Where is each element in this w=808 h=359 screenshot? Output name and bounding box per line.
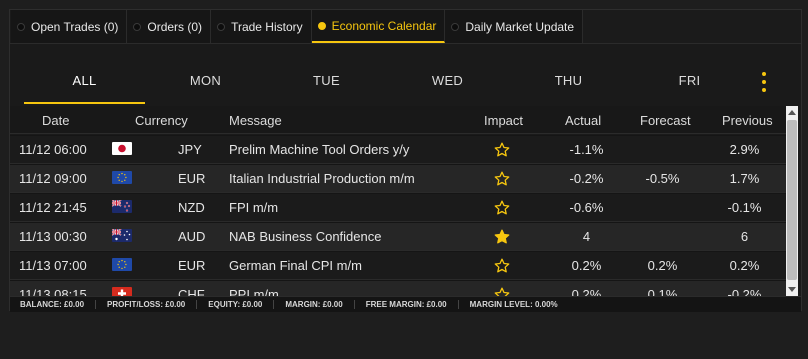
col-date[interactable]: Date: [42, 113, 69, 128]
event-previous: -0.2%: [727, 287, 762, 296]
panel-tabs: Open Trades (0) Orders (0) Trade History…: [10, 10, 801, 43]
day-tab-thu[interactable]: THU: [508, 62, 629, 104]
col-message[interactable]: Message: [229, 113, 282, 128]
tab-label: Economic Calendar: [331, 18, 437, 33]
event-message: NAB Business Confidence: [229, 229, 382, 244]
balance-value: BALANCE: £0.00: [20, 300, 97, 309]
event-date: 11/13 00:30: [19, 229, 87, 244]
event-message: Italian Industrial Production m/m: [229, 171, 415, 186]
table-row[interactable]: 11/13 07:00 EUR German Final CPI m/m 0.2% 0.…: [10, 251, 786, 280]
impact-star-icon: [494, 200, 510, 216]
tab-economic-calendar[interactable]: Economic Calendar: [311, 10, 446, 43]
australia-flag-icon: [112, 229, 132, 242]
col-previous[interactable]: Previous: [722, 113, 773, 128]
impact-star-icon: [494, 142, 510, 158]
event-actual: -0.2%: [569, 171, 604, 186]
event-previous: 0.2%: [729, 258, 760, 273]
event-currency: EUR: [178, 171, 206, 186]
calendar-table: Date Currency Message Impact Actual Fore…: [10, 106, 798, 296]
tab-daily-market-update[interactable]: Daily Market Update: [445, 10, 584, 43]
impact-star-icon: [494, 229, 510, 245]
tab-open-trades[interactable]: Open Trades (0): [11, 10, 128, 43]
day-tab-tue[interactable]: TUE: [266, 62, 387, 104]
more-options-icon[interactable]: [759, 72, 769, 92]
event-previous: -0.1%: [727, 200, 762, 215]
event-forecast: 0.1%: [647, 287, 678, 296]
dot-icon: [17, 22, 25, 31]
tab-label: Orders (0): [147, 19, 203, 34]
tab-label: Open Trades (0): [31, 19, 119, 34]
japan-flag-icon: [112, 142, 132, 155]
col-impact[interactable]: Impact: [484, 113, 523, 128]
event-message: FPI m/m: [229, 200, 279, 215]
day-tab-fri[interactable]: FRI: [629, 62, 750, 104]
event-date: 11/12 21:45: [19, 200, 87, 215]
calendar-content: ALL MON TUE WED THU FRI Date Currency Me…: [10, 43, 801, 312]
scroll-down-icon[interactable]: [788, 287, 796, 292]
col-actual[interactable]: Actual: [565, 113, 601, 128]
profit-loss-value: PROFIT/LOSS: £0.00: [96, 300, 198, 309]
event-forecast: -0.5%: [645, 171, 680, 186]
event-date: 11/13 07:00: [19, 258, 87, 273]
table-row[interactable]: 11/12 21:45 NZD FPI m/m -0.6% -0.1%: [10, 193, 786, 222]
event-actual: -0.6%: [569, 200, 604, 215]
event-message: Prelim Machine Tool Orders y/y: [229, 142, 410, 157]
event-actual: 4: [582, 229, 591, 244]
event-currency: EUR: [178, 258, 206, 273]
free-margin-value: FREE MARGIN: £0.00: [355, 300, 459, 309]
event-forecast: 0.2%: [647, 258, 678, 273]
vertical-scrollbar[interactable]: [786, 106, 798, 296]
dot-icon: [217, 22, 226, 31]
table-header: Date Currency Message Impact Actual Fore…: [10, 106, 798, 134]
equity-value: EQUITY: £0.00: [197, 300, 275, 309]
event-currency: AUD: [178, 229, 206, 244]
table-row[interactable]: 11/12 06:00 JPY Prelim Machine Tool Orders…: [10, 135, 786, 164]
table-row[interactable]: 11/12 09:00 EUR Italian Industrial Product…: [10, 164, 786, 193]
margin-level-value: MARGIN LEVEL: 0.00%: [469, 300, 558, 309]
day-filter-tabs: ALL MON TUE WED THU FRI: [24, 62, 779, 104]
day-tab-mon[interactable]: MON: [145, 62, 266, 104]
event-message: PPI m/m: [229, 287, 279, 296]
event-previous: 2.9%: [729, 142, 760, 157]
tab-label: Trade History: [231, 19, 303, 34]
dot-icon: [317, 21, 326, 30]
trading-panel: Open Trades (0) Orders (0) Trade History…: [9, 9, 802, 312]
account-status-bar: BALANCE: £0.00 PROFIT/LOSS: £0.00 EQUITY…: [10, 296, 801, 312]
tab-label: Daily Market Update: [465, 19, 575, 34]
event-date: 11/13 08:15: [19, 287, 87, 296]
switzerland-flag-icon: [112, 287, 132, 296]
tab-orders[interactable]: Orders (0): [127, 10, 212, 43]
eu-flag-icon: [112, 171, 132, 184]
impact-star-icon: [494, 258, 510, 274]
event-actual: -1.1%: [569, 142, 604, 157]
margin-value: MARGIN: £0.00: [274, 300, 355, 309]
day-tab-wed[interactable]: WED: [387, 62, 508, 104]
scroll-thumb[interactable]: [787, 120, 797, 280]
eu-flag-icon: [112, 258, 132, 271]
event-previous: 6: [740, 229, 749, 244]
event-date: 11/12 06:00: [19, 142, 87, 157]
event-actual: 0.2%: [571, 258, 602, 273]
event-currency: JPY: [178, 142, 202, 157]
col-forecast[interactable]: Forecast: [640, 113, 691, 128]
dot-icon: [451, 22, 460, 31]
dot-icon: [133, 22, 142, 31]
event-actual: 0.2%: [571, 287, 602, 296]
event-message: German Final CPI m/m: [229, 258, 362, 273]
event-previous: 1.7%: [729, 171, 760, 186]
event-currency: NZD: [178, 200, 205, 215]
new-zealand-flag-icon: [112, 200, 132, 213]
event-currency: CHF: [178, 287, 205, 296]
scroll-up-icon[interactable]: [788, 110, 796, 115]
table-row[interactable]: 11/13 08:15 CHF PPI m/m 0.2% 0.1% -0.2%: [10, 280, 786, 296]
col-currency[interactable]: Currency: [135, 113, 188, 128]
event-date: 11/12 09:00: [19, 171, 87, 186]
day-tab-all[interactable]: ALL: [24, 62, 145, 104]
tab-trade-history[interactable]: Trade History: [211, 10, 312, 43]
impact-star-icon: [494, 287, 510, 296]
impact-star-icon: [494, 171, 510, 187]
table-row[interactable]: 11/13 00:30 AUD NAB Business Confidence 4 6: [10, 222, 786, 251]
